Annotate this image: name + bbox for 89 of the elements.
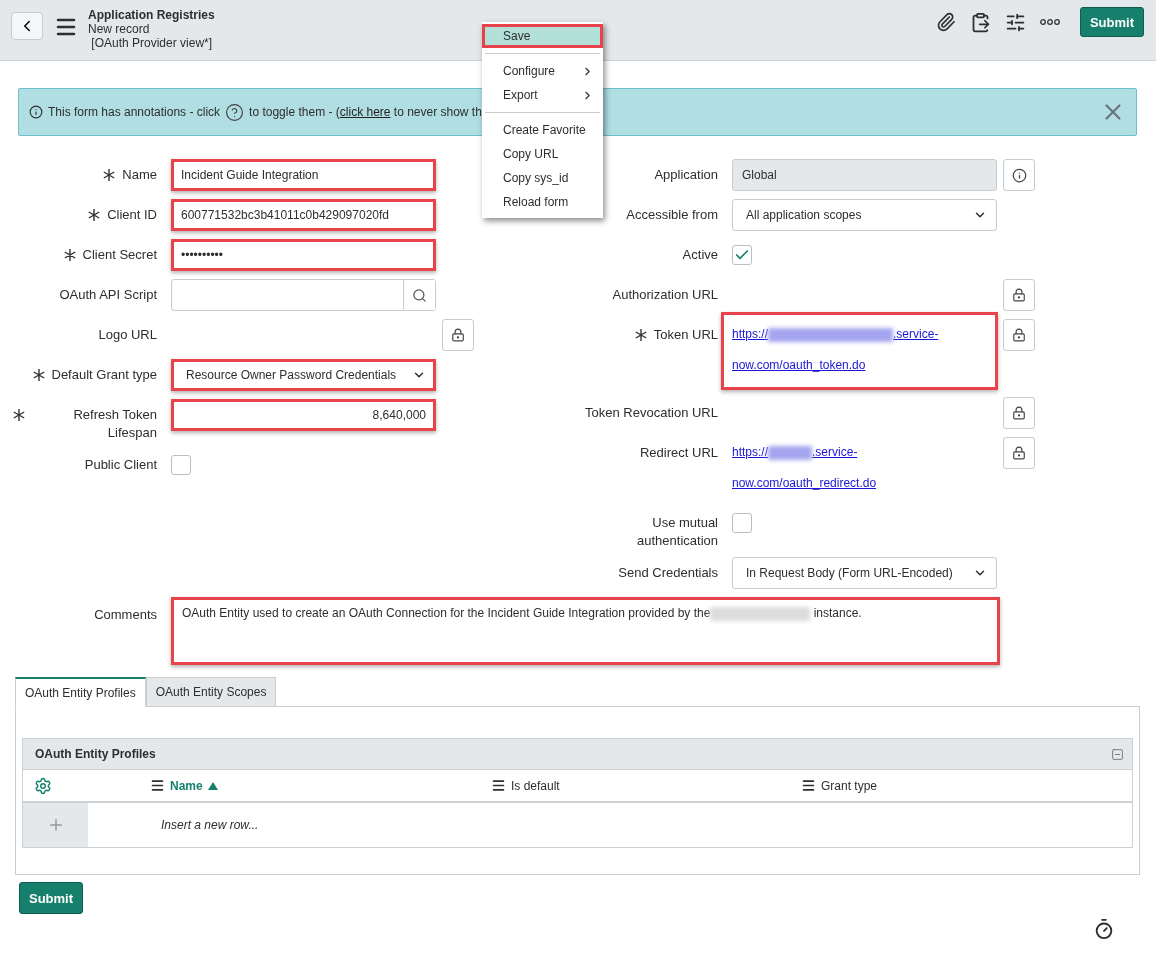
lock-button[interactable] [1003, 319, 1035, 351]
stopwatch-icon[interactable] [1093, 918, 1115, 940]
menu-item[interactable]: Export [482, 83, 603, 107]
insert-row-link[interactable]: Insert a new row... [161, 818, 259, 832]
menu-icon [491, 778, 506, 793]
menu-item[interactable]: Create Favorite [482, 118, 603, 142]
checkbox[interactable] [732, 245, 752, 265]
menu-item[interactable]: Copy sys_id [482, 166, 603, 190]
lock-icon [1012, 446, 1026, 460]
text-field[interactable]: •••••••••• [171, 239, 436, 271]
tab[interactable]: OAuth Entity Scopes [145, 677, 277, 707]
text-field[interactable]: 8,640,000 [171, 399, 436, 431]
field-label: Token Revocation URL [585, 404, 718, 422]
required-icon [62, 246, 77, 264]
menu-item[interactable]: Save [482, 24, 603, 48]
required-icon [87, 206, 102, 224]
column-header[interactable]: Name [150, 778, 491, 793]
info-icon [29, 105, 43, 119]
search-icon [412, 287, 427, 303]
lock-icon [1012, 406, 1026, 420]
url-link[interactable]: https:// .service- now.com/oauth_redirect.do [732, 437, 877, 499]
lock-button[interactable] [1003, 397, 1035, 429]
menu-icon [801, 778, 816, 793]
submit-button[interactable]: Submit [1079, 7, 1144, 37]
field-label: Refresh Token Lifespan [72, 406, 157, 442]
field-label: Redirect URL [639, 444, 718, 462]
readonly-field: Global [732, 159, 997, 191]
help-icon[interactable] [225, 102, 245, 122]
required-icon [633, 326, 648, 344]
required-icon [31, 366, 46, 384]
lock-icon [1012, 288, 1026, 302]
menu-item[interactable]: Copy URL [482, 142, 603, 166]
comments-field[interactable]: OAuth Entity used to create an OAuth Connection for the Incident Guide Integration provided by the instance. [171, 597, 1000, 665]
tab[interactable]: OAuth Entity Profiles [15, 677, 146, 707]
dropdown[interactable]: Resource Owner Password Credentials [171, 359, 436, 391]
field-label: Comments [94, 606, 157, 624]
checkbox[interactable] [171, 455, 191, 475]
text-field[interactable]: 600771532bc3b41011c0b429097020fd [171, 199, 436, 231]
info-button[interactable] [1003, 159, 1035, 191]
sort-icon [207, 781, 218, 790]
text-field[interactable]: Incident Guide Integration [171, 159, 436, 191]
submit-button[interactable]: Submit [19, 882, 84, 914]
field-label: Application [654, 166, 718, 184]
dropdown[interactable]: In Request Body (Form URL-Encoded) [732, 557, 997, 589]
column-header[interactable]: Is default [491, 778, 801, 793]
field-label: Authorization URL [612, 286, 718, 304]
field-label: Default Grant type [51, 366, 157, 384]
banner-link[interactable]: click here [339, 105, 391, 119]
lock-button[interactable] [1003, 279, 1035, 311]
required-icon [102, 166, 117, 184]
back-button[interactable] [11, 12, 43, 40]
view-name: [OAuth Provider view*] [90, 36, 214, 50]
field-label: Accessible from [626, 206, 718, 224]
url-link[interactable]: https:// .service- now.com/oauth_token.do [732, 319, 939, 381]
field-label: Send Credentials [618, 564, 718, 582]
menu-item[interactable]: Configure [482, 59, 603, 83]
banner-text: This form has annotations - click [48, 105, 221, 119]
reference-field[interactable] [171, 279, 436, 311]
field-label: Logo URL [98, 326, 157, 344]
more-icon[interactable] [1039, 18, 1060, 26]
lock-icon [1012, 328, 1026, 342]
field-label: Token URL [653, 326, 718, 344]
lock-button[interactable] [442, 319, 474, 351]
field-label: Client ID [107, 206, 157, 224]
checkbox[interactable] [732, 513, 752, 533]
search-button[interactable] [403, 280, 435, 310]
field-label: Name [122, 166, 157, 184]
field-label: Client Secret [82, 246, 157, 264]
dropdown[interactable]: All application scopes [732, 199, 997, 231]
menu-item[interactable]: Reload form [482, 190, 603, 214]
record-subtitle: New record [88, 22, 151, 36]
required-icon [12, 406, 26, 424]
settings-icon[interactable] [1004, 11, 1026, 33]
field-label: Public Client [84, 456, 157, 474]
column-header[interactable]: Grant type [801, 778, 1132, 793]
field-label: Active [682, 246, 718, 264]
settings-icon[interactable] [34, 776, 52, 795]
page-title: Application Registries [88, 8, 215, 22]
collapse-icon[interactable] [1111, 747, 1124, 761]
field-label: OAuth API Script [59, 286, 157, 304]
lock-icon [451, 328, 465, 342]
info-icon [1011, 167, 1027, 183]
paperclip-icon[interactable] [935, 12, 956, 32]
field-label: Use mutual authentication [636, 514, 718, 550]
menu-icon [150, 778, 165, 793]
banner-text: to toggle them - (click here to never show th [249, 105, 482, 119]
list-title: OAuth Entity Profiles [35, 747, 156, 761]
redaction-blur [768, 445, 813, 460]
lock-button[interactable] [1003, 437, 1035, 469]
